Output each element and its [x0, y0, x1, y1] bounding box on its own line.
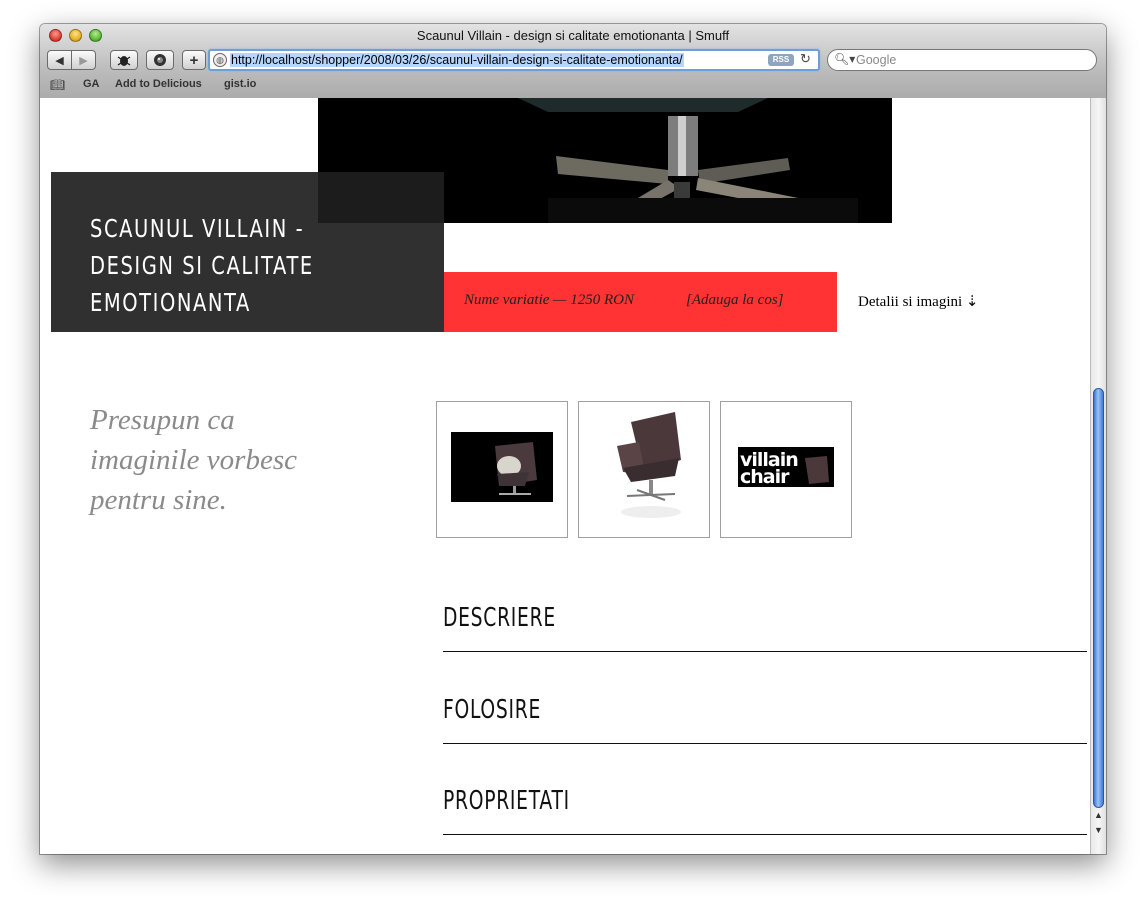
forward-button[interactable]: ▶ [71, 50, 96, 70]
section-heading: FOLOSIRE [443, 695, 541, 725]
thumbnail-3[interactable]: villain chair [720, 401, 852, 538]
reload-icon[interactable]: ↻ [800, 51, 811, 67]
vertical-scrollbar[interactable]: ▲ ▼ [1090, 98, 1106, 854]
snapshot-button[interactable] [146, 50, 174, 70]
page-viewport: SCAUNUL VILLAIN - DESIGN SI CALITATE EMO… [40, 98, 1090, 854]
details-and-images-link[interactable]: Detalii si imagini ⇣ [858, 292, 978, 311]
product-title-box: SCAUNUL VILLAIN - DESIGN SI CALITATE EMO… [51, 172, 444, 332]
forward-arrow-icon: ▶ [79, 54, 88, 67]
bookmark-ga[interactable]: GA [83, 78, 100, 90]
chair-dark-thumbnail [437, 402, 567, 537]
scrollbar-thumb[interactable] [1093, 388, 1104, 808]
variation-price: Nume variatie — 1250 RON [464, 292, 634, 308]
svg-text:chair: chair [740, 466, 790, 488]
bug-icon [117, 56, 131, 66]
bookmarks-book-icon[interactable]: 📖︎ [50, 78, 65, 92]
search-field[interactable]: 🔍︎▾ Google [827, 49, 1097, 71]
globe-icon: ◍ [213, 53, 227, 67]
bookmark-gist-io[interactable]: gist.io [224, 78, 256, 90]
section-heading: DESCRIERE [443, 603, 556, 633]
price-bar: Nume variatie — 1250 RON [Adauga la cos] [444, 272, 837, 332]
add-to-cart-link[interactable]: [Adauga la cos] [686, 292, 784, 309]
bug-report-button[interactable] [110, 50, 138, 70]
add-bookmark-button[interactable]: + [182, 50, 206, 70]
browser-window: Scaunul Villain - design si calitate emo… [40, 24, 1106, 854]
browser-toolbar: Scaunul Villain - design si calitate emo… [40, 24, 1106, 99]
page-title: SCAUNUL VILLAIN - DESIGN SI CALITATE EMO… [90, 214, 314, 317]
section-folosire[interactable]: FOLOSIRE [443, 695, 1087, 744]
search-icon[interactable]: 🔍︎▾ [834, 52, 855, 66]
scroll-down-arrow-icon[interactable]: ▼ [1094, 825, 1103, 835]
chair-white-thumbnail [579, 402, 709, 537]
section-descriere[interactable]: DESCRIERE [443, 603, 1087, 652]
scroll-up-arrow-icon[interactable]: ▲ [1094, 810, 1103, 820]
back-arrow-icon: ◀ [55, 54, 64, 67]
section-proprietati[interactable]: PROPRIETATI [443, 786, 1087, 835]
plus-icon: + [189, 51, 199, 69]
thumbnail-1[interactable] [436, 401, 568, 538]
camera-lens-icon [154, 54, 166, 66]
product-quote: Presupun ca imaginile vorbesc pentru sin… [90, 404, 297, 516]
villain-chair-logo-thumbnail: villain chair [721, 402, 851, 537]
window-title: Scaunul Villain - design si calitate emo… [416, 28, 730, 43]
bookmarks-bar: 📖︎ GA Add to Delicious gist.io [40, 76, 1106, 94]
back-button[interactable]: ◀ [47, 50, 72, 70]
section-heading: PROPRIETATI [443, 786, 570, 816]
address-bar[interactable]: ◍ http://localhost/shopper/2008/03/26/sc… [208, 49, 820, 71]
url-text[interactable]: http://localhost/shopper/2008/03/26/scau… [230, 53, 684, 67]
thumbnail-2[interactable] [578, 401, 710, 538]
search-placeholder: Google [856, 53, 897, 67]
rss-button[interactable]: RSS [768, 54, 794, 66]
bookmark-add-to-delicious[interactable]: Add to Delicious [115, 78, 202, 90]
